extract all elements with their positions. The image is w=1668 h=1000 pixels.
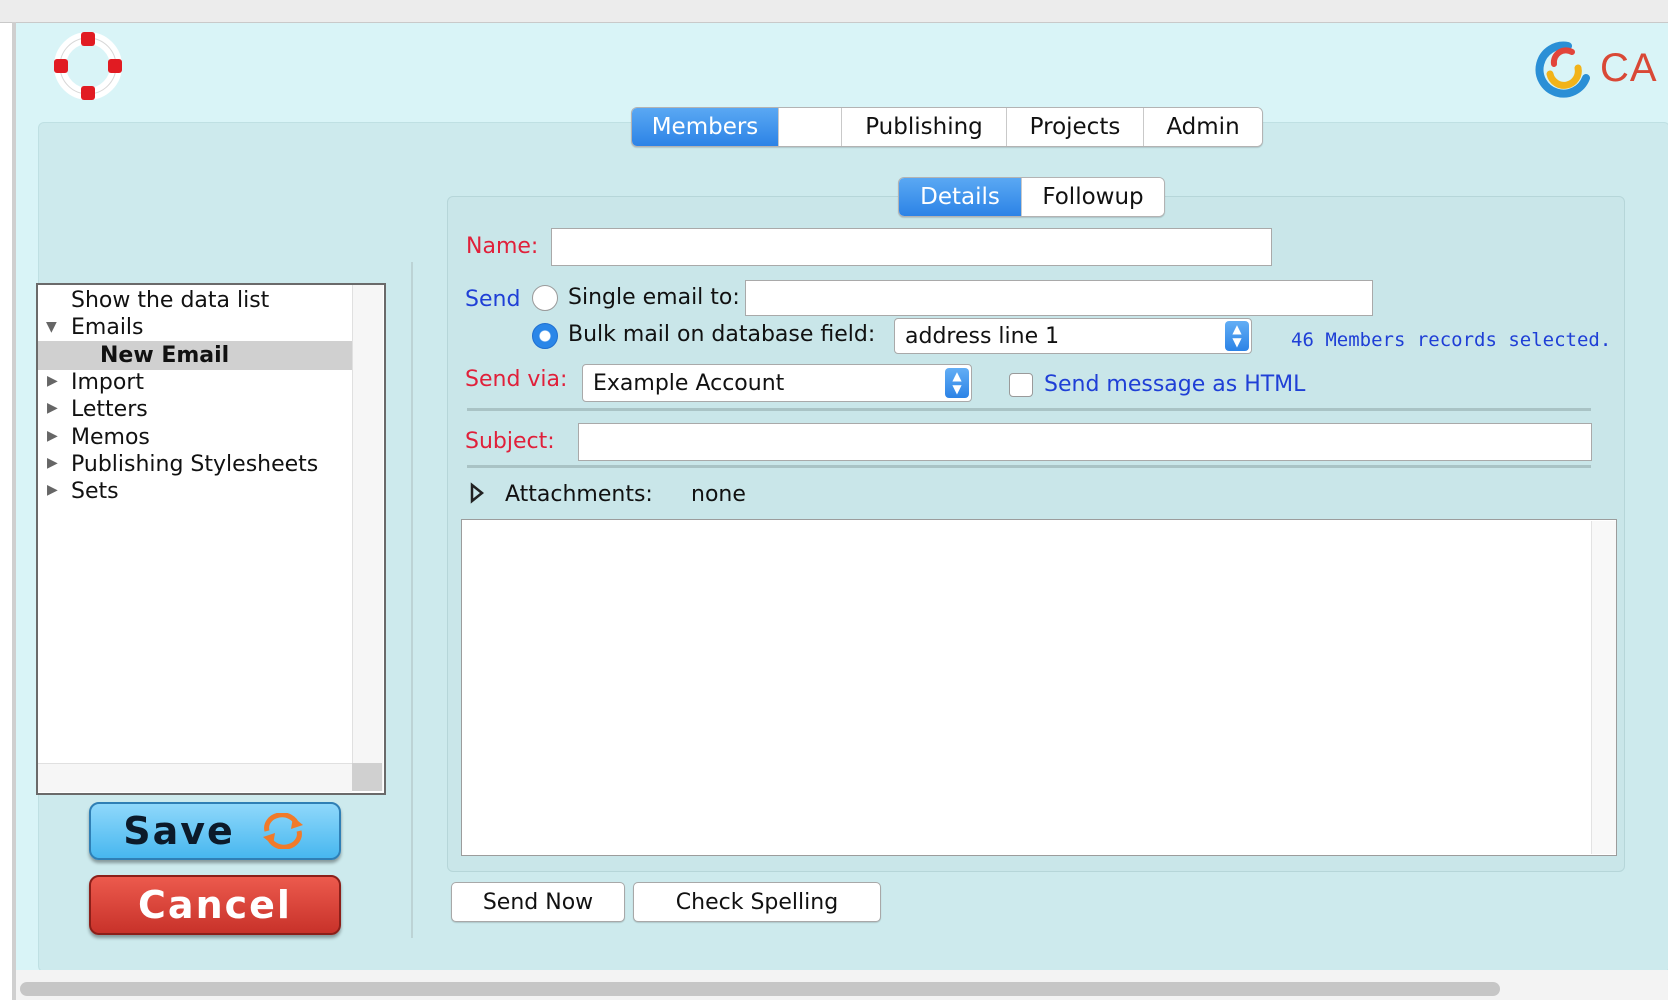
separator [467,465,1591,468]
name-label: Name: [466,234,539,259]
select-arrows-icon: ▲ ▼ [1225,321,1249,351]
save-button[interactable]: Save [89,802,341,860]
select-arrows-icon: ▲ ▼ [945,368,969,398]
subject-input[interactable] [579,424,1591,460]
tree-item-import[interactable]: Import [71,369,144,397]
disclosure-triangle-icon[interactable]: ▶ [47,482,58,498]
tree-horizontal-scrollbar[interactable] [38,763,352,792]
bulk-mail-radio[interactable] [532,323,558,349]
disclosure-triangle-icon[interactable]: ▶ [47,455,58,471]
tab-details[interactable]: Details [899,178,1022,216]
window-titlebar [0,0,1668,23]
send-html-label[interactable]: Send message as HTML [1044,372,1305,397]
disclosure-triangle-icon[interactable]: ▶ [47,428,58,444]
main-tab-bar: Members Publishing Projects Admin [631,107,1263,147]
lifebuoy-icon [54,32,122,100]
send-now-button[interactable]: Send Now [451,882,625,922]
sub-tab-bar: Details Followup [898,177,1165,217]
tab-admin[interactable]: Admin [1144,108,1262,146]
disclosure-triangle-icon[interactable]: ▶ [47,373,58,389]
message-body-textarea[interactable] [461,519,1617,856]
name-input[interactable] [552,229,1271,265]
brand-name: CA [1600,46,1658,90]
tree-item-memos[interactable]: Memos [71,424,150,452]
attachments-disclosure-icon[interactable] [469,482,485,504]
tree-item-emails[interactable]: Emails [71,314,144,342]
bulk-field-select[interactable]: address line 1 ▲ ▼ [894,318,1252,354]
tree-item-show-data-list[interactable]: Show the data list [71,287,269,315]
tab-publishing[interactable]: Publishing [842,108,1007,146]
single-email-input[interactable] [746,281,1372,315]
save-label: Save [123,809,235,853]
send-via-select[interactable]: Example Account ▲ ▼ [582,364,972,402]
window-horizontal-scrollbar[interactable] [20,982,1500,996]
panel-divider [411,262,413,938]
name-field[interactable] [551,228,1272,266]
tree-item-sets[interactable]: Sets [71,478,119,506]
attachments-value: none [691,482,746,507]
scrollbar-corner [352,763,382,791]
tab-projects[interactable]: Projects [1007,108,1144,146]
records-selected-status: 46 Members records selected. [1291,329,1612,351]
tree-item-new-email[interactable]: New Email [100,342,229,370]
subject-label: Subject: [465,429,555,454]
send-html-checkbox[interactable] [1009,373,1033,397]
single-email-label: Single email to: [568,285,740,310]
bulk-mail-label: Bulk mail on database field: [568,322,876,347]
tree-vertical-scrollbar[interactable] [352,285,383,791]
disclosure-triangle-expanded-icon[interactable]: ▼ [46,319,57,335]
send-via-value: Example Account [593,370,785,396]
check-spelling-button[interactable]: Check Spelling [633,882,881,922]
send-via-label: Send via: [465,367,568,392]
tab-members[interactable]: Members [632,108,779,146]
disclosure-triangle-icon[interactable]: ▶ [47,400,58,416]
separator [467,408,1591,411]
sync-icon [262,813,303,849]
tree-item-letters[interactable]: Letters [71,396,148,424]
tab-blank[interactable] [779,108,842,146]
cancel-button[interactable]: Cancel [89,875,341,935]
single-email-radio[interactable] [532,285,558,311]
send-label: Send [465,287,521,312]
tab-followup[interactable]: Followup [1022,178,1164,216]
subject-field[interactable] [578,423,1592,461]
message-body-scrollbar[interactable] [1591,521,1616,854]
tree-item-publishing-stylesheets[interactable]: Publishing Stylesheets [71,451,318,479]
single-email-field[interactable] [745,280,1373,316]
bulk-field-value: address line 1 [905,323,1060,349]
attachments-label: Attachments: [505,482,653,507]
